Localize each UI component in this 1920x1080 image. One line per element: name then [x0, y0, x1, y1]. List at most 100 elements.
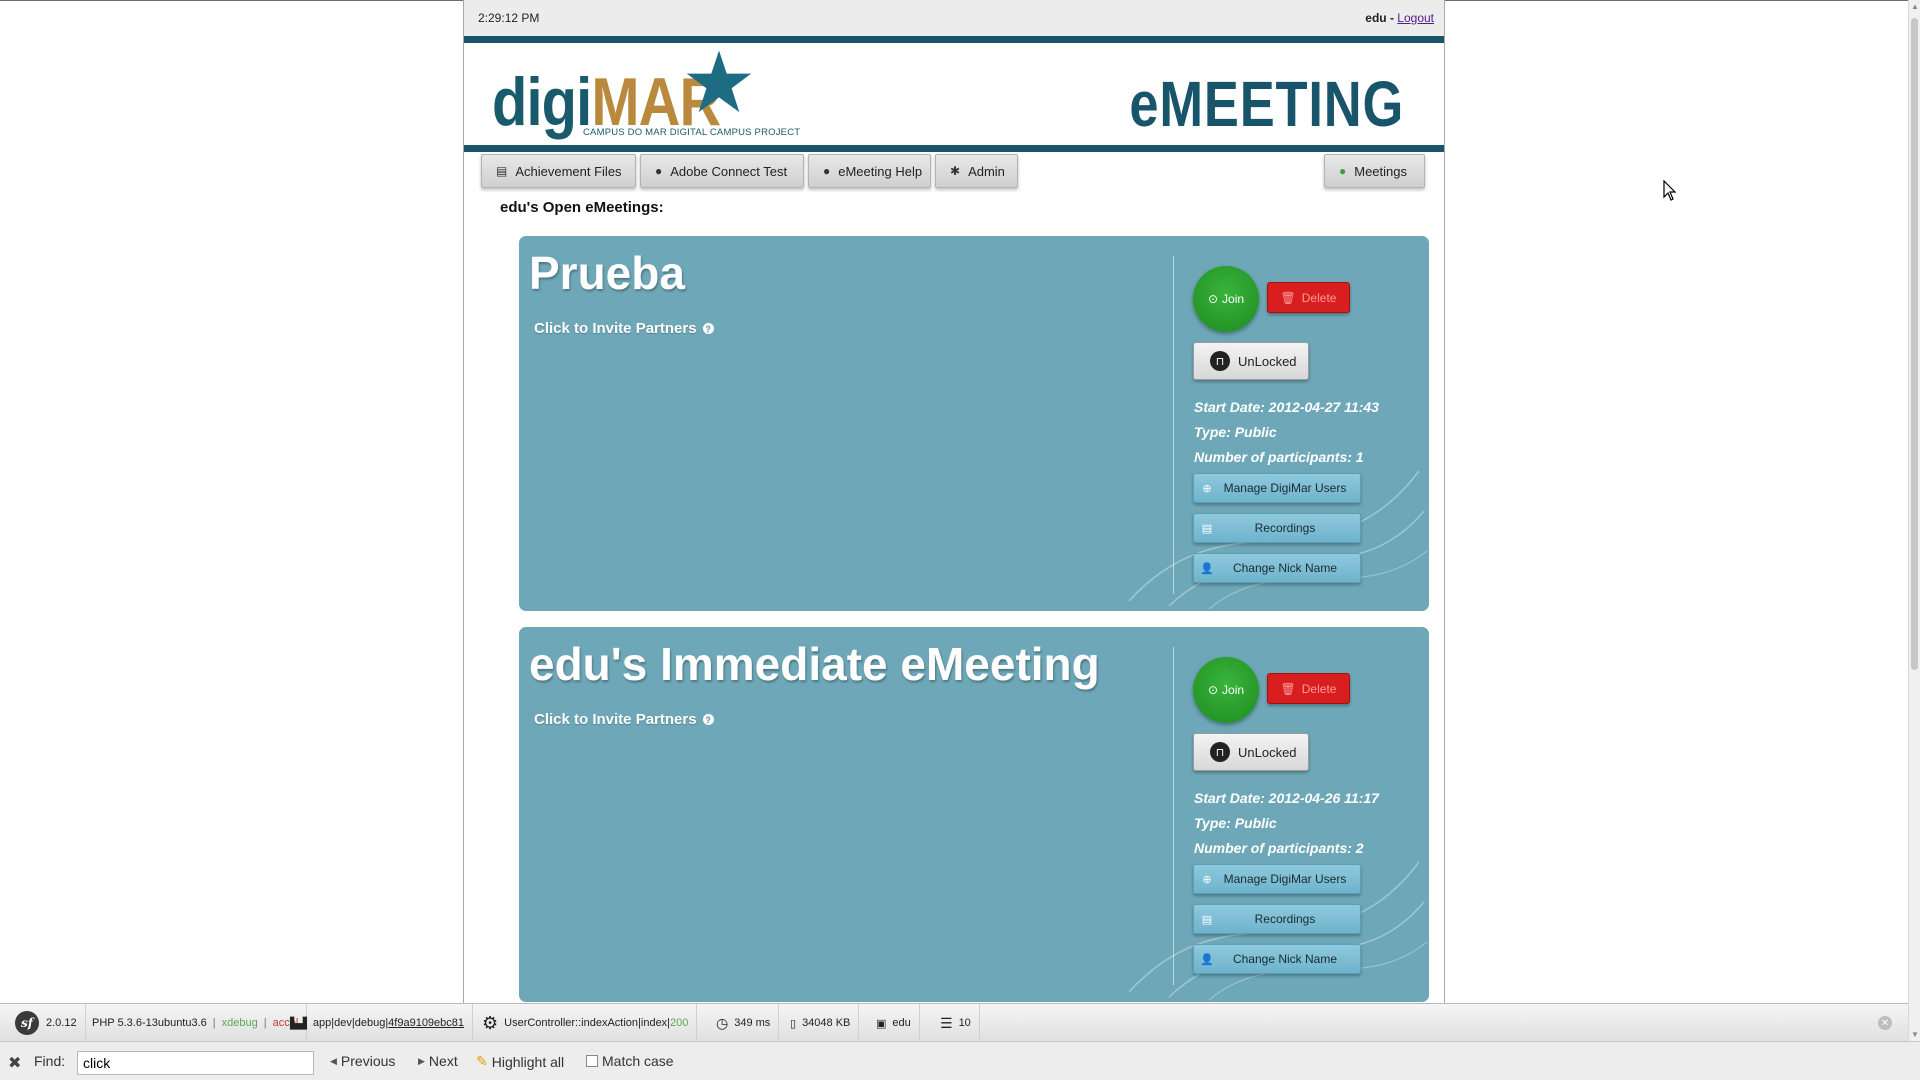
nav-meetings-button[interactable]: ● Meetings: [1324, 154, 1425, 188]
scroll-down-icon[interactable]: ▼: [1910, 1030, 1920, 1039]
symfony-logo-icon: sf: [15, 1011, 39, 1035]
find-previous-button[interactable]: ◀ Previous: [330, 1053, 395, 1069]
close-find-bar-button[interactable]: ✖: [8, 1053, 21, 1073]
nav-admin-button[interactable]: ✱ Admin: [935, 154, 1018, 188]
config-icon: ▙▟: [290, 1017, 307, 1030]
card-divider: [1173, 647, 1174, 985]
delete-button[interactable]: 🗑 Delete: [1267, 673, 1350, 704]
meeting-type: Type: Public: [1194, 815, 1277, 831]
add-user-icon: ⊕: [1202, 873, 1212, 886]
manage-users-button[interactable]: ⊕ Manage DigiMar Users: [1193, 473, 1361, 503]
php-xdebug: xdebug: [221, 1017, 258, 1029]
logout-link[interactable]: Logout: [1397, 11, 1434, 25]
change-nickname-button[interactable]: 👤 Change Nick Name: [1193, 944, 1361, 974]
close-toolbar-button[interactable]: ✕: [1878, 1016, 1892, 1030]
nav-emeeting-help-button[interactable]: ● eMeeting Help: [808, 154, 931, 188]
delete-button[interactable]: 🗑 Delete: [1267, 282, 1350, 313]
participant-count: Number of participants: 1: [1194, 449, 1364, 465]
username: edu: [1365, 11, 1387, 25]
recordings-button[interactable]: ▤ Recordings: [1193, 904, 1361, 934]
sf-version-item[interactable]: sf 2.0.12: [6, 1004, 86, 1042]
join-button[interactable]: ⊙ Join: [1193, 266, 1259, 332]
unlock-icon: ⊓: [1210, 742, 1230, 762]
nickname-label: Change Nick Name: [1232, 561, 1338, 575]
nav-label: Admin: [968, 163, 1005, 179]
find-label: Find:: [34, 1053, 66, 1069]
nav-achievement-files-button[interactable]: ▤ Achievement Files: [481, 154, 636, 188]
memory-item[interactable]: ▯ 34048 KB: [782, 1004, 860, 1042]
start-date: Start Date: 2012-04-26 11:17: [1194, 790, 1379, 806]
nav-label: Achievement Files: [515, 163, 622, 179]
invite-label: Click to Invite Partners: [534, 320, 697, 337]
document-icon: ▤: [496, 164, 508, 178]
meeting-title: edu's Immediate eMeeting: [529, 638, 1100, 690]
previous-label: Previous: [340, 1053, 396, 1069]
arrow-right-icon: ▶: [418, 1055, 425, 1066]
recordings-label: Recordings: [1254, 912, 1316, 926]
lock-label: UnLocked: [1238, 353, 1297, 369]
highlighter-icon: ✎: [476, 1053, 488, 1069]
digimar-logo[interactable]: digiMAR CAMPUS DO MAR DIGITAL CAMPUS PRO…: [492, 50, 800, 141]
meeting-title: Prueba: [529, 247, 685, 299]
next-label: Next: [428, 1053, 458, 1069]
status-code: 200: [670, 1017, 689, 1029]
user-icon: 👤: [1200, 562, 1214, 575]
current-user: edu: [892, 1017, 911, 1029]
mouse-cursor-icon: [1663, 180, 1677, 201]
alert-icon: ●: [655, 164, 663, 178]
find-next-button[interactable]: ▶ Next: [418, 1053, 458, 1069]
recordings-label: Recordings: [1254, 521, 1316, 535]
svg-text:sf: sf: [21, 1016, 35, 1030]
scrollbar-thumb[interactable]: [1911, 18, 1918, 670]
clock-icon: ◷: [716, 1014, 729, 1031]
arrow-left-icon: ◀: [330, 1055, 337, 1066]
lock-toggle-button[interactable]: ⊓ UnLocked: [1193, 733, 1309, 771]
user-separator: -: [1386, 11, 1398, 25]
invite-label: Click to Invite Partners: [534, 711, 697, 728]
meeting-type: Type: Public: [1194, 424, 1277, 440]
php-sep: |: [212, 1017, 216, 1029]
scroll-up-icon[interactable]: ▲: [1910, 2, 1920, 11]
manage-users-button[interactable]: ⊕ Manage DigiMar Users: [1193, 864, 1361, 894]
env-label: app|dev|debug|: [312, 1017, 389, 1029]
join-button[interactable]: ⊙ Join: [1193, 657, 1259, 723]
nav-adobe-connect-test-button[interactable]: ● Adobe Connect Test: [640, 154, 804, 188]
nav-label: eMeeting Help: [838, 163, 923, 179]
highlight-all-button[interactable]: ✎ Highlight all: [476, 1053, 564, 1070]
nickname-label: Change Nick Name: [1232, 952, 1338, 966]
php-info-item[interactable]: PHP 5.3.6-13ubuntu3.6 | xdebug | accel: [84, 1004, 308, 1042]
participant-count: Number of participants: 2: [1194, 840, 1364, 856]
vertical-scrollbar[interactable]: ▲ ▼: [1908, 0, 1920, 1041]
film-icon: ▤: [1201, 913, 1213, 926]
checkbox-icon: [586, 1055, 598, 1067]
film-icon: ▤: [1201, 522, 1213, 535]
debug-toolbar: sf 2.0.12 PHP 5.3.6-13ubuntu3.6 | xdebug | a…: [0, 1003, 1908, 1042]
change-nickname-button[interactable]: 👤 Change Nick Name: [1193, 553, 1361, 583]
memory-icon: ▯: [790, 1017, 797, 1030]
join-label: Join: [1222, 292, 1245, 306]
request-item[interactable]: ⚙ UserController::indexAction|index|200: [474, 1004, 698, 1042]
request-time: 349 ms: [734, 1017, 771, 1029]
security-item[interactable]: ▣ edu: [868, 1004, 920, 1042]
id-card-icon: ▣: [876, 1017, 887, 1030]
db-item[interactable]: ☰ 10: [932, 1004, 980, 1042]
env-item[interactable]: ▙▟ app|dev|debug|4f9a9109ebc81: [282, 1004, 474, 1042]
recordings-button[interactable]: ▤ Recordings: [1193, 513, 1361, 543]
invite-partners-link[interactable]: Click to Invite Partners ?: [534, 711, 714, 728]
timer-item[interactable]: ◷ 349 ms: [708, 1004, 780, 1042]
find-bar: ✖ Find: ◀ Previous ▶ Next ✎ Highlight al…: [0, 1041, 1920, 1080]
gear-icon: ⚙: [482, 1012, 499, 1033]
find-input[interactable]: [77, 1051, 314, 1075]
lock-toggle-button[interactable]: ⊓ UnLocked: [1193, 342, 1309, 380]
sf-version: 2.0.12: [46, 1017, 77, 1029]
match-case-checkbox[interactable]: Match case: [586, 1053, 674, 1069]
gear-icon: ✱: [950, 164, 961, 178]
debug-token-link[interactable]: 4f9a9109ebc81: [388, 1017, 464, 1029]
invite-partners-link[interactable]: Click to Invite Partners ?: [534, 320, 714, 337]
nav-label: Meetings: [1354, 163, 1407, 179]
page-container: 2:29:12 PM edu - Logout digiMAR CAMPUS D…: [463, 0, 1445, 1003]
user-icon: 👤: [1200, 953, 1214, 966]
trash-icon: 🗑: [1280, 681, 1296, 696]
star-icon: [686, 50, 752, 113]
app-title: eMEETING: [1129, 68, 1404, 140]
